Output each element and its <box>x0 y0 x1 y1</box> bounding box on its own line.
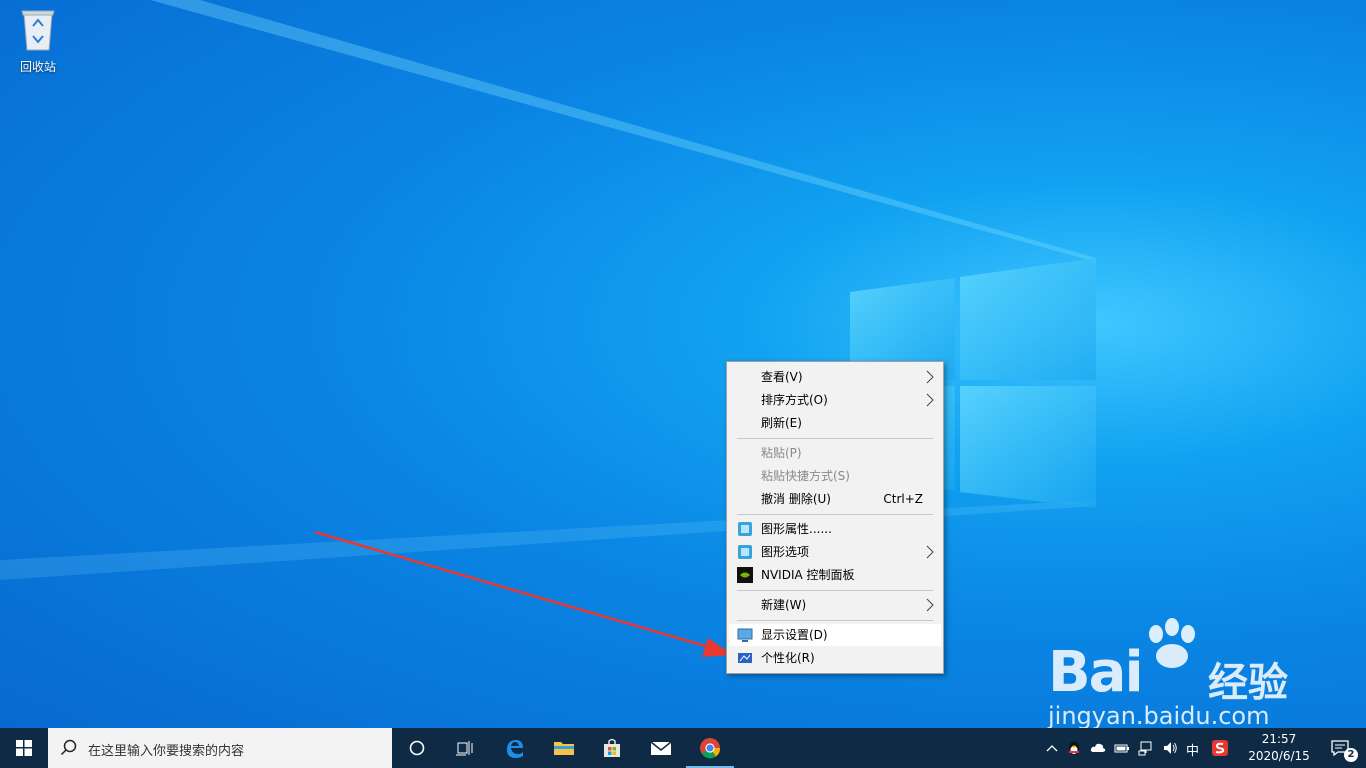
watermark-suffix: 经验 <box>1208 660 1288 706</box>
file-explorer-button[interactable] <box>540 728 588 768</box>
notification-badge: 2 <box>1344 748 1358 762</box>
taskbar: 在这里输入你要搜索的内容 中 21:57 2020/6/15 2 <box>0 728 1366 768</box>
taskbar-search-box[interactable]: 在这里输入你要搜索的内容 <box>48 728 392 768</box>
personalize-icon <box>738 653 752 663</box>
menu-item-nvidia-control-panel[interactable]: NVIDIA 控制面板 <box>729 564 941 586</box>
chevron-right-icon <box>926 393 934 407</box>
menu-separator <box>737 620 933 621</box>
menu-item-view[interactable]: 查看(V) <box>729 366 941 388</box>
battery-icon[interactable] <box>1114 740 1130 756</box>
store-bag-icon <box>604 738 620 757</box>
display-icon <box>737 628 753 642</box>
volume-icon[interactable] <box>1162 740 1178 756</box>
action-center-button[interactable]: 2 <box>1320 728 1366 768</box>
nvidia-icon <box>737 567 753 583</box>
chevron-right-icon <box>926 370 934 384</box>
shortcut-label: Ctrl+Z <box>883 492 923 506</box>
intel-graphics-icon <box>738 522 752 536</box>
clock-time: 21:57 <box>1261 732 1297 746</box>
task-view-icon <box>456 741 473 756</box>
menu-item-sort[interactable]: 排序方式(O) <box>729 389 941 411</box>
menu-item-graphics-options[interactable]: 图形选项 <box>729 541 941 563</box>
clock-date: 2020/6/15 <box>1248 749 1310 763</box>
watermark-brand: Bai <box>1048 640 1144 705</box>
chevron-right-icon <box>926 598 934 612</box>
menu-item-undo-delete[interactable]: 撤消 删除(U) Ctrl+Z <box>729 488 941 510</box>
menu-item-new[interactable]: 新建(W) <box>729 594 941 616</box>
sogou-icon <box>1212 740 1228 756</box>
watermark-url: jingyan.baidu.com <box>1048 702 1270 730</box>
system-tray <box>1040 728 1184 768</box>
chrome-icon <box>700 738 721 759</box>
recycle-bin-icon <box>21 10 55 51</box>
task-view-button[interactable] <box>441 728 489 768</box>
sogou-ime-button[interactable] <box>1206 728 1234 768</box>
baidu-jingyan-watermark: Bai 经验 jingyan.baidu.com <box>1048 618 1348 738</box>
paw-logo-icon <box>1149 618 1195 668</box>
menu-item-refresh[interactable]: 刷新(E) <box>729 412 941 434</box>
search-icon <box>60 739 77 756</box>
ime-indicator[interactable]: 中 <box>1186 740 1199 759</box>
qq-penguin-icon[interactable] <box>1066 740 1082 756</box>
folder-icon <box>554 742 574 755</box>
recycle-bin-label: 回收站 <box>19 60 56 74</box>
menu-item-paste: 粘贴(P) <box>761 446 802 460</box>
cortana-circle-icon <box>409 740 425 756</box>
recycle-bin-shortcut[interactable]: 回收站 <box>8 6 68 75</box>
edge-taskbar-button[interactable] <box>490 728 538 768</box>
desktop-context-menu: 查看(V) 排序方式(O) 刷新(E) 粘贴(P) 粘贴快捷方式(S) 撤消 删… <box>726 361 944 674</box>
windows-logo-icon <box>16 740 32 756</box>
chevron-up-icon[interactable] <box>1044 740 1060 756</box>
cloud-icon[interactable] <box>1090 740 1106 756</box>
menu-item-paste-shortcut: 粘贴快捷方式(S) <box>761 469 850 483</box>
edge-icon <box>507 740 523 758</box>
intel-graphics-icon <box>738 545 752 559</box>
start-button[interactable] <box>0 728 48 768</box>
cortana-button[interactable] <box>393 728 441 768</box>
chrome-taskbar-button[interactable] <box>686 728 734 768</box>
menu-separator <box>737 514 933 515</box>
menu-separator <box>737 590 933 591</box>
taskbar-clock[interactable]: 21:57 2020/6/15 <box>1244 731 1314 765</box>
search-placeholder: 在这里输入你要搜索的内容 <box>88 744 245 759</box>
mail-button[interactable] <box>637 728 685 768</box>
menu-item-personalize[interactable]: 个性化(R) <box>729 647 941 669</box>
menu-item-display-settings[interactable]: 显示设置(D) <box>729 624 941 646</box>
menu-separator <box>737 438 933 439</box>
chevron-right-icon <box>926 545 934 559</box>
store-button[interactable] <box>588 728 636 768</box>
menu-item-graphics-properties[interactable]: 图形属性...... <box>729 518 941 540</box>
mail-icon <box>650 741 672 755</box>
network-icon[interactable] <box>1138 740 1154 756</box>
